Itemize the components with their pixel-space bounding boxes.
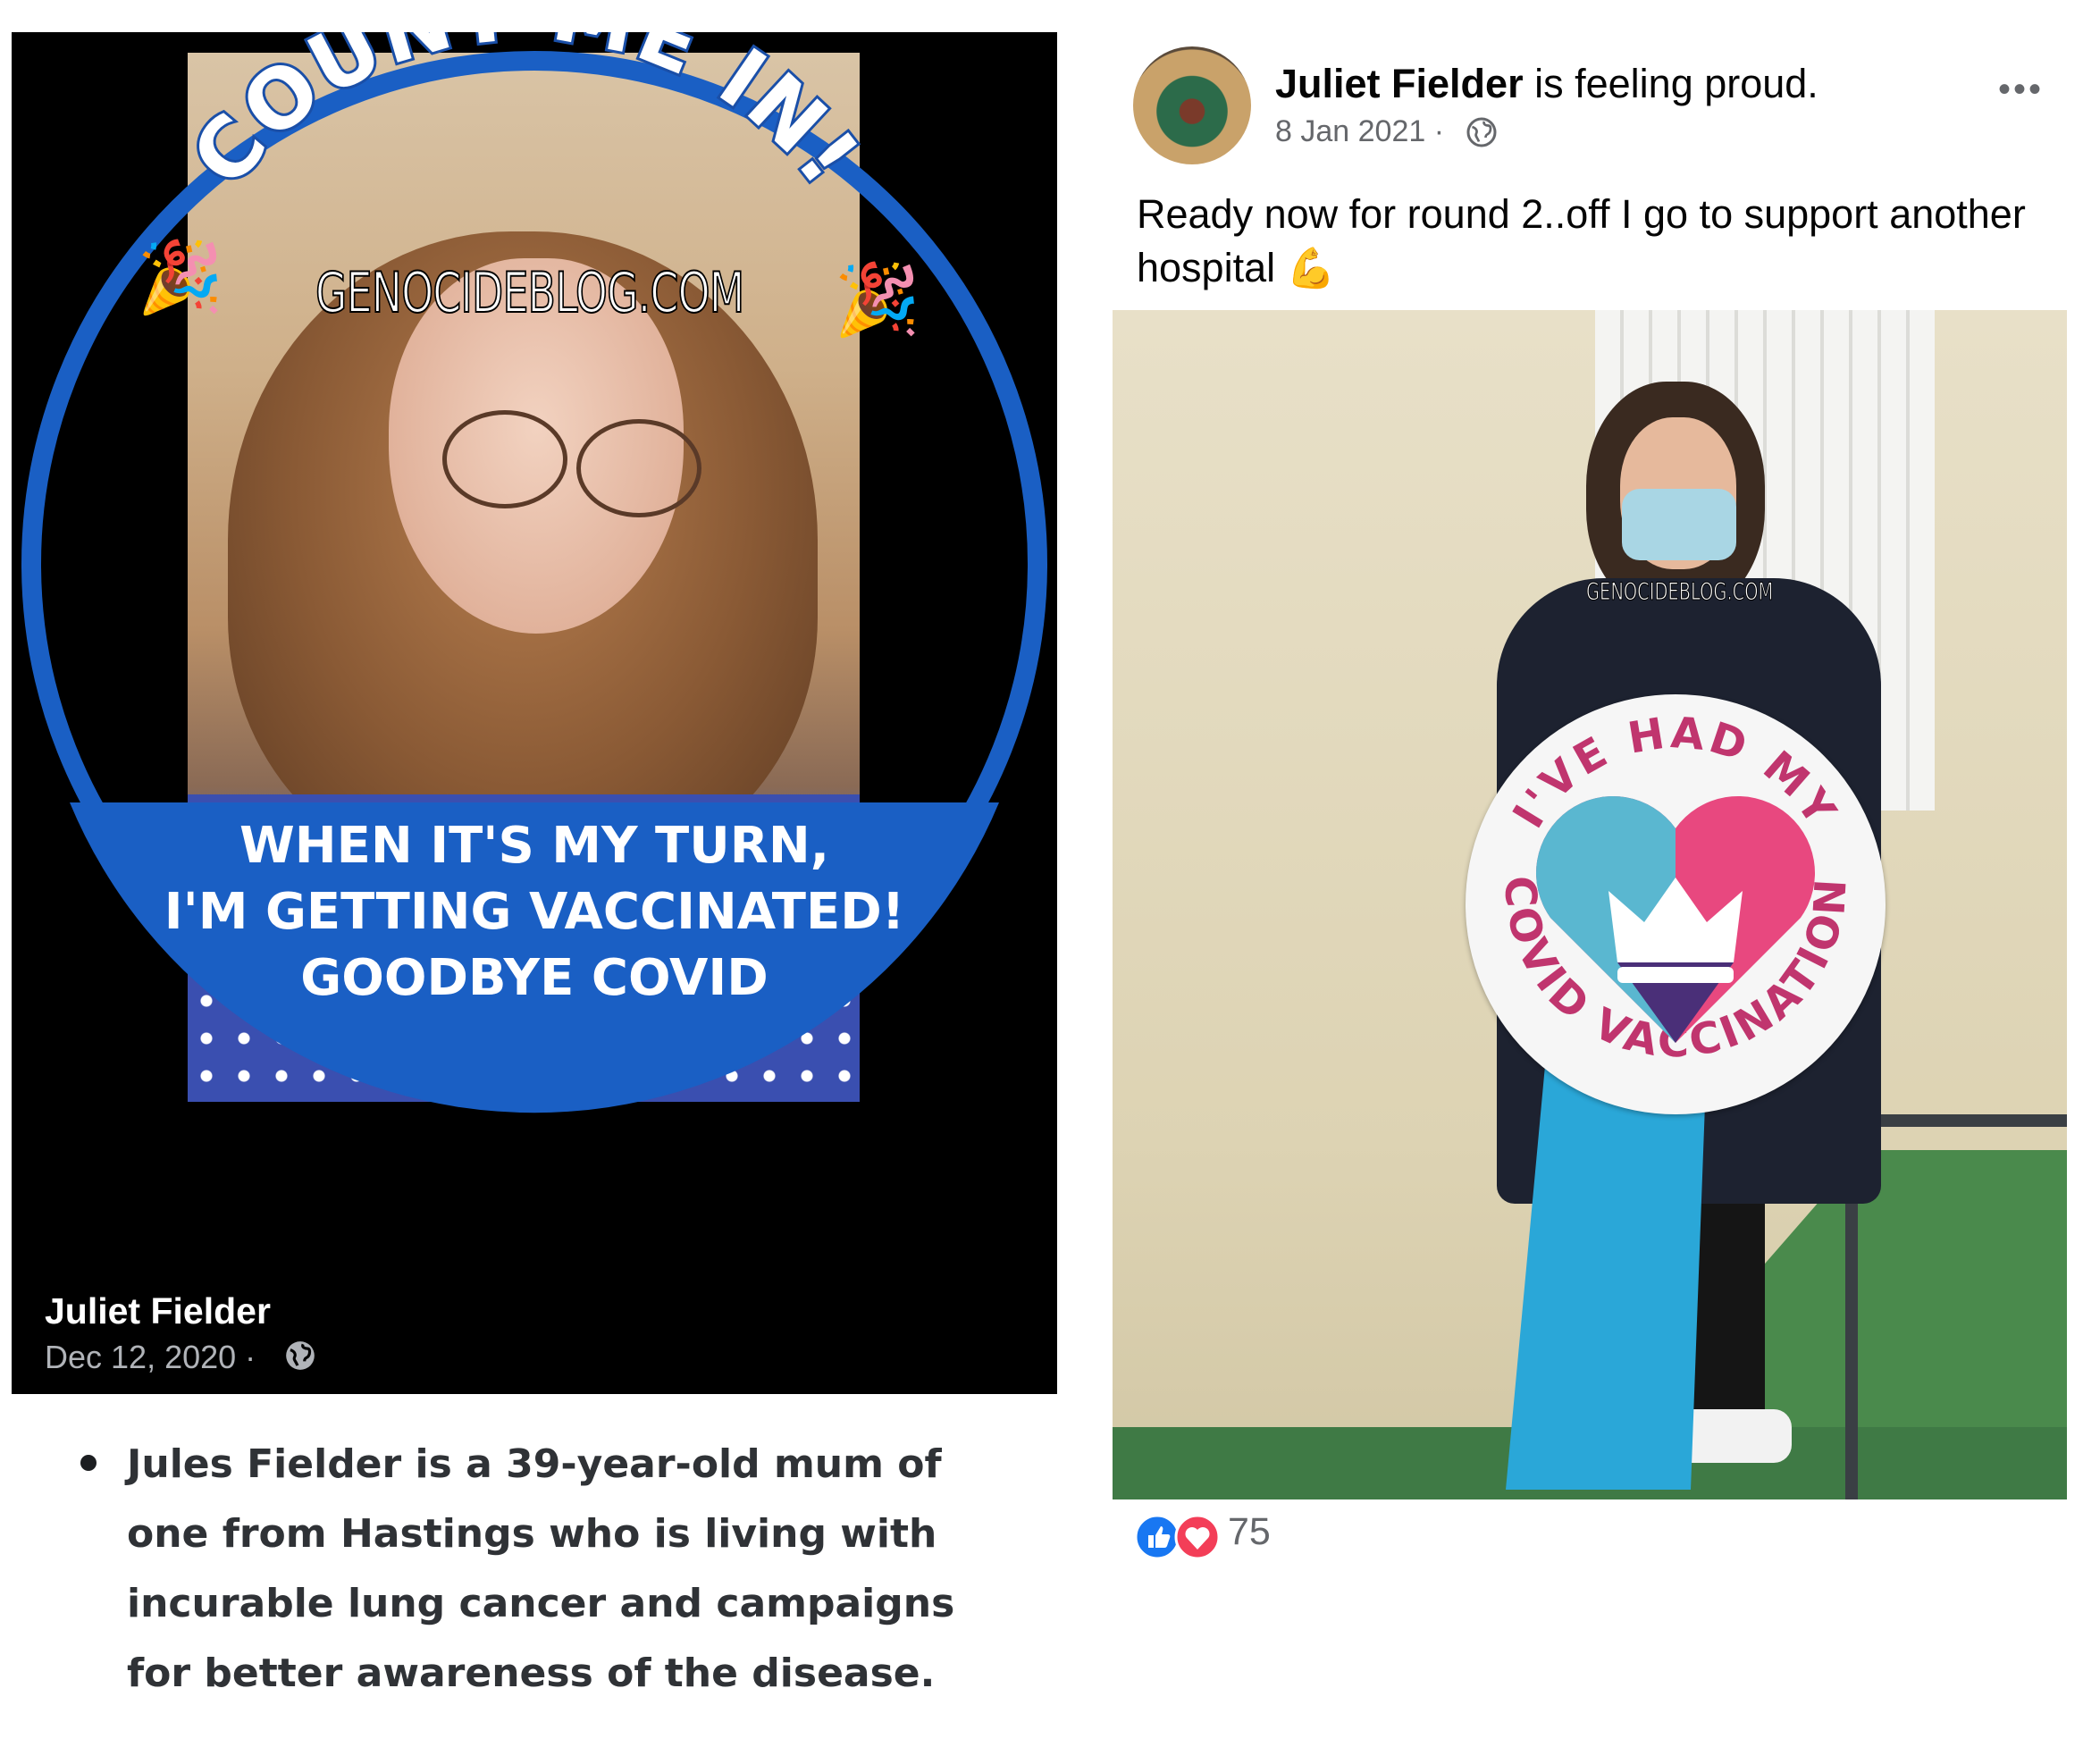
banner-line-1: WHEN IT'S MY TURN, — [239, 817, 829, 875]
left-facebook-post: COUNT ME IN! GENOCIDEBLOG.COM 🎉 🎉 WHEN I… — [12, 32, 1057, 1394]
bullet-point — [80, 1455, 97, 1471]
vaccination-profile-frame: COUNT ME IN! — [21, 32, 1047, 1113]
post-author-name[interactable]: Juliet Fielder — [45, 1290, 271, 1332]
vaccination-sign: I'VE HAD MY COVID VACCINATION — [1466, 694, 1886, 1114]
article-bullet-text: Jules Fielder is a 39-year-old mum of on… — [127, 1441, 955, 1696]
post-date-text: Dec 12, 2020 — [45, 1339, 237, 1375]
post-date[interactable]: Dec 12, 2020 · — [45, 1339, 256, 1376]
post-body: Ready now for round 2..off I go to suppo… — [1137, 188, 2066, 296]
post-status-text: is feeling proud. — [1534, 61, 1818, 106]
flexed-biceps-icon: 💪 — [1286, 247, 1336, 290]
vaccination-sign-graphic: I'VE HAD MY COVID VACCINATION — [1494, 708, 1853, 1067]
author-avatar[interactable] — [1133, 46, 1251, 164]
date-separator: · — [245, 1339, 256, 1375]
post-date-text: 8 Jan 2021 — [1275, 114, 1426, 148]
reaction-count[interactable]: 75 — [1228, 1510, 1271, 1554]
post-author-name[interactable]: Juliet Fielder — [1275, 61, 1524, 106]
banner-line-3: GOODBYE COVID — [300, 949, 769, 1007]
face-mask — [1622, 489, 1736, 560]
watermark-text: GENOCIDEBLOG.COM — [315, 259, 745, 326]
party-popper-icon: 🎉 — [834, 260, 921, 339]
post-header-line: Juliet Fielder is feeling proud. — [1275, 61, 1818, 107]
watermark-text: GENOCIDEBLOG.COM — [1586, 578, 1774, 607]
reactions-icons[interactable] — [1130, 1510, 1229, 1564]
sign-top-text: I'VE HAD MY — [1503, 708, 1847, 836]
globe-icon[interactable] — [1466, 116, 1498, 148]
globe-icon[interactable] — [283, 1339, 317, 1373]
more-options-icon[interactable]: ••• — [1998, 70, 2044, 110]
crown-base — [1617, 967, 1734, 983]
party-popper-icon: 🎉 — [137, 238, 224, 316]
banner-line-2: I'M GETTING VACCINATED! — [164, 883, 905, 941]
post-body-text: Ready now for round 2..off I go to suppo… — [1137, 191, 2026, 290]
post-date[interactable]: 8 Jan 2021 · — [1275, 114, 1444, 149]
frame-arc-text: COUNT ME IN! — [173, 32, 878, 204]
post-photo[interactable]: GENOCIDEBLOG.COM I'VE HAD MY COVID VACCI… — [1113, 310, 2067, 1499]
date-separator: · — [1433, 114, 1445, 148]
